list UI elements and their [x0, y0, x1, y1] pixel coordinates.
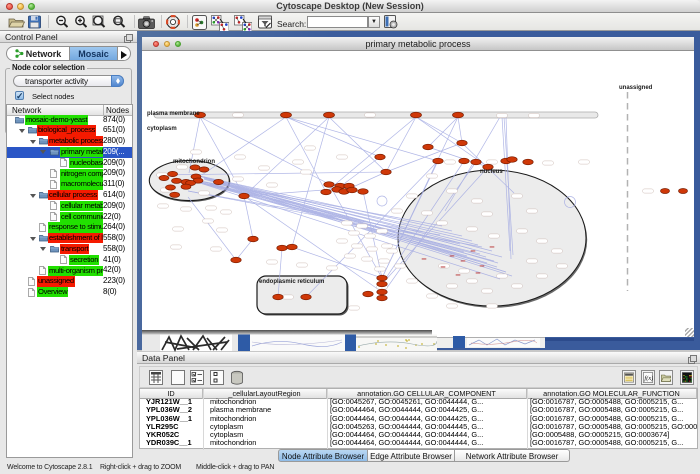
svg-text:f(x): f(x) — [644, 375, 653, 382]
svg-text:cytoplasm: cytoplasm — [147, 126, 177, 132]
svg-text:mitochondrion: mitochondrion — [173, 159, 215, 165]
svg-text:endoplasmic reticulum: endoplasmic reticulum — [259, 279, 324, 285]
svg-text:nucleus: nucleus — [480, 169, 503, 175]
svg-text:plasma membrane: plasma membrane — [147, 111, 200, 117]
svg-text:unassigned: unassigned — [619, 85, 653, 91]
